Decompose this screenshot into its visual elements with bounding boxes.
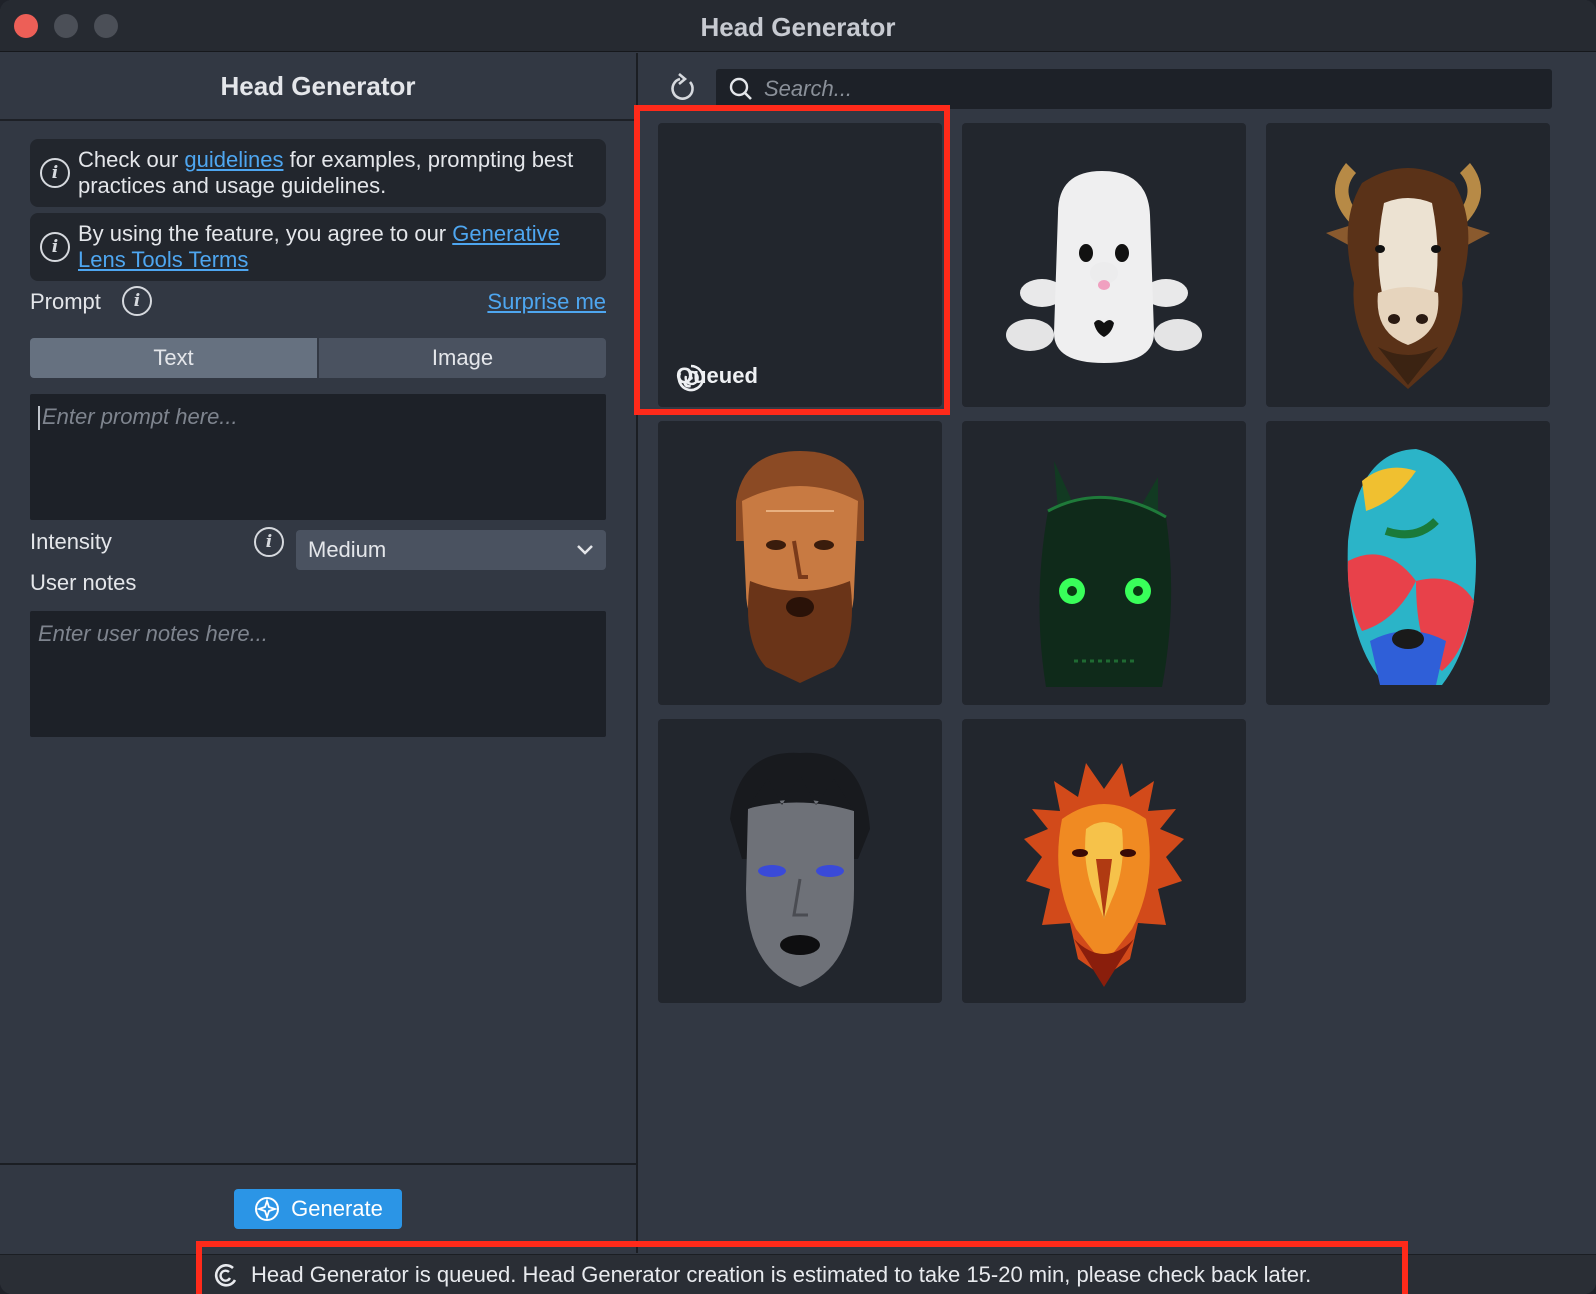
status-bar: Head Generator is queued. Head Generator…	[0, 1254, 1596, 1294]
title-bar: Head Generator	[0, 0, 1596, 52]
generator-panel: Head Generator i Check our guidelines fo…	[0, 53, 638, 1253]
user-notes-placeholder: Enter user notes here...	[38, 621, 268, 646]
panel-footer: Generate	[0, 1163, 638, 1253]
bull-head	[1326, 163, 1490, 389]
panel-header: Head Generator	[0, 53, 636, 121]
tab-image[interactable]: Image	[317, 338, 606, 378]
sparkle-icon	[255, 1197, 280, 1221]
generated-head-tile-woman[interactable]	[658, 719, 942, 1003]
user-notes-input[interactable]: Enter user notes here...	[30, 611, 606, 737]
search-bar	[716, 69, 1552, 109]
prompt-info-icon[interactable]: i	[122, 286, 152, 316]
generated-head-tile-queued[interactable]: Queued	[658, 123, 942, 407]
search-icon	[729, 77, 752, 100]
prompt-input[interactable]: Enter prompt here...	[30, 394, 606, 520]
surprise-me-link[interactable]: Surprise me	[487, 289, 606, 315]
generated-head-tile-green-cat[interactable]	[962, 421, 1246, 705]
queued-spinner-icon	[214, 1264, 237, 1287]
guidelines-text-before: Check our	[78, 147, 185, 172]
guidelines-link[interactable]: guidelines	[184, 147, 283, 172]
prompt-type-tabs: Text Image	[30, 338, 606, 378]
info-icon: i	[40, 232, 70, 262]
generated-head-tile-bull[interactable]	[1266, 123, 1550, 407]
user-notes-label: User notes	[30, 570, 137, 595]
intensity-select[interactable]: Medium	[296, 530, 606, 570]
prompt-label: Prompt	[30, 289, 101, 314]
intensity-info-icon[interactable]: i	[254, 527, 284, 557]
gallery-panel: Queued	[634, 53, 1596, 1253]
generated-head-tile-ghost-plush[interactable]	[962, 123, 1246, 407]
intensity-label: Intensity	[30, 529, 112, 554]
app-window: Head Generator Head Generator i Check ou…	[0, 0, 1596, 1294]
info-icon: i	[40, 158, 70, 188]
window-title: Head Generator	[700, 12, 896, 42]
generated-head-tile-bronze-man[interactable]	[658, 421, 942, 705]
text-caret	[38, 406, 40, 431]
parrot-feather-head	[1347, 449, 1476, 685]
fire-bird-head	[1024, 763, 1184, 987]
intensity-value: Medium	[308, 537, 387, 562]
terms-text-before: By using the feature, you agree to our	[78, 221, 453, 246]
search-input[interactable]	[764, 76, 1524, 102]
chevron-down-icon	[577, 545, 593, 555]
status-message: Head Generator is queued. Head Generator…	[251, 1262, 1312, 1287]
ghost-plush-head	[1006, 171, 1202, 363]
prompt-placeholder: Enter prompt here...	[42, 404, 238, 429]
guidelines-notice: i Check our guidelines for examples, pro…	[30, 139, 606, 207]
panel-title: Head Generator	[220, 70, 416, 101]
queued-spinner-icon	[677, 364, 705, 392]
bronze-bearded-head	[736, 451, 864, 683]
queued-indicator: Queued	[676, 363, 758, 392]
generated-head-tile-parrot[interactable]	[1266, 421, 1550, 705]
dark-cat-green-eyes-head	[1039, 461, 1172, 687]
generated-head-tile-fire-bird[interactable]	[962, 719, 1246, 1003]
generate-button[interactable]: Generate	[234, 1189, 402, 1229]
terms-notice: i By using the feature, you agree to our…	[30, 213, 606, 281]
generate-label: Generate	[291, 1196, 383, 1221]
gray-woman-head	[730, 752, 870, 987]
refresh-icon[interactable]	[666, 73, 698, 105]
tab-text[interactable]: Text	[30, 338, 317, 378]
